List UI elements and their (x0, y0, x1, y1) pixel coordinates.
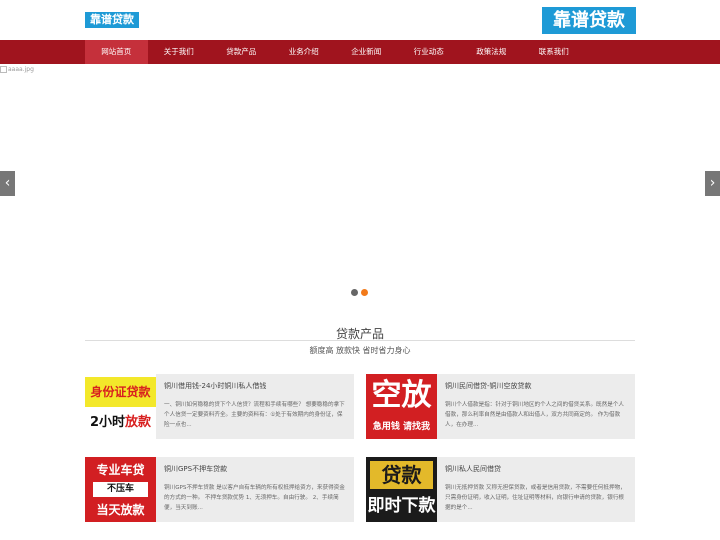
product-thumbnail[interactable]: 空放 急用钱 请找我 (366, 374, 437, 439)
thumb-text: 专业车贷 (96, 463, 145, 477)
chevron-left-icon: ‹ (4, 175, 11, 191)
nav-home[interactable]: 网站首页 (85, 40, 148, 64)
nav-contact[interactable]: 联系我们 (523, 40, 586, 64)
thumb-text: 空放 (371, 378, 432, 413)
nav-products[interactable]: 贷款产品 (210, 40, 273, 64)
thumb-text-part: 放款 (125, 415, 152, 430)
banner-image-alt: aaaa.jpg (8, 66, 34, 73)
section-divider (85, 340, 635, 341)
chevron-right-icon: › (709, 175, 716, 191)
product-title[interactable]: 铜川民间借贷-铜川空放贷款 (445, 381, 532, 391)
product-description: 铜川个人借款是指：针对于铜川地区的个人之间的借贷关系。既然是个人借款，那么利率自… (445, 402, 625, 428)
section-subtitle: 额度高 放款快 省时省力身心 (309, 346, 411, 355)
nav-industry[interactable]: 行业动态 (398, 40, 461, 64)
product-card[interactable]: 专业车贷 不压车 当天放款 铜川GPS不押车贷款 铜川GPS不押车贷款 是以客户… (85, 457, 354, 522)
broken-image-icon (0, 66, 7, 73)
thumb-text: 不压车 (93, 482, 148, 497)
product-description: 一、铜川如何稳稳的贷下个人信贷？流程和手续有哪些？ 想要稳稳的拿下个人信贷一定要… (164, 402, 345, 428)
product-thumbnail[interactable]: 专业车贷 不压车 当天放款 (85, 457, 156, 522)
banner-dots (351, 289, 368, 296)
product-description: 铜川无抵押贷款 又称无担保贷款，或者是信用贷款，不需要任何抵押物，只需身份证明，… (445, 485, 626, 511)
product-thumbnail[interactable]: 贷款 即时下款 (366, 457, 437, 522)
nav-policy[interactable]: 政策法规 (460, 40, 523, 64)
site-logo-small[interactable]: 靠谱贷款 (85, 12, 139, 28)
main-nav: 网站首页 关于我们 贷款产品 业务介绍 企业新闻 行业动态 政策法规 联系我们 (0, 40, 720, 64)
nav-about[interactable]: 关于我们 (148, 40, 211, 64)
thumb-text: 2小时放款 (85, 407, 156, 439)
banner-image[interactable]: aaaa.jpg (0, 66, 34, 73)
banner-dot-active[interactable] (361, 289, 368, 296)
banner-dot[interactable] (351, 289, 358, 296)
nav-business[interactable]: 业务介绍 (273, 40, 336, 64)
thumb-text-part: 2小时 (89, 415, 126, 430)
banner-slider: aaaa.jpg (0, 64, 720, 306)
banner-next-button[interactable]: › (705, 171, 720, 196)
product-card[interactable]: 贷款 即时下款 铜川私人民间借贷 铜川无抵押贷款 又称无担保贷款，或者是信用贷款… (366, 457, 635, 522)
banner-prev-button[interactable]: ‹ (0, 171, 15, 196)
product-title[interactable]: 铜川GPS不押车贷款 (164, 464, 227, 474)
product-thumbnail[interactable]: 身份证贷款 2小时放款 (85, 374, 156, 439)
product-card[interactable]: 身份证贷款 2小时放款 铜川借用钱-24小时铜川私人借钱 一、铜川如何稳稳的贷下… (85, 374, 354, 439)
product-card[interactable]: 空放 急用钱 请找我 铜川民间借贷-铜川空放贷款 铜川个人借款是指：针对于铜川地… (366, 374, 635, 439)
thumb-text: 身份证贷款 (85, 377, 156, 407)
thumb-text: 急用钱 请找我 (372, 422, 431, 432)
product-title[interactable]: 铜川私人民间借贷 (445, 464, 501, 474)
product-description: 铜川GPS不押车贷款 是以客户自有车辆的所有权抵押给资方，来获得资金的方式的一种… (164, 485, 345, 511)
thumb-text: 即时下款 (367, 496, 436, 516)
header: 靠谱贷款 靠谱贷款 (0, 0, 720, 40)
thumb-text: 当天放款 (96, 503, 145, 517)
site-logo-large[interactable]: 靠谱贷款 (542, 7, 636, 34)
product-title[interactable]: 铜川借用钱-24小时铜川私人借钱 (164, 381, 266, 391)
thumb-text: 贷款 (370, 461, 433, 489)
nav-company-news[interactable]: 企业新闻 (335, 40, 398, 64)
